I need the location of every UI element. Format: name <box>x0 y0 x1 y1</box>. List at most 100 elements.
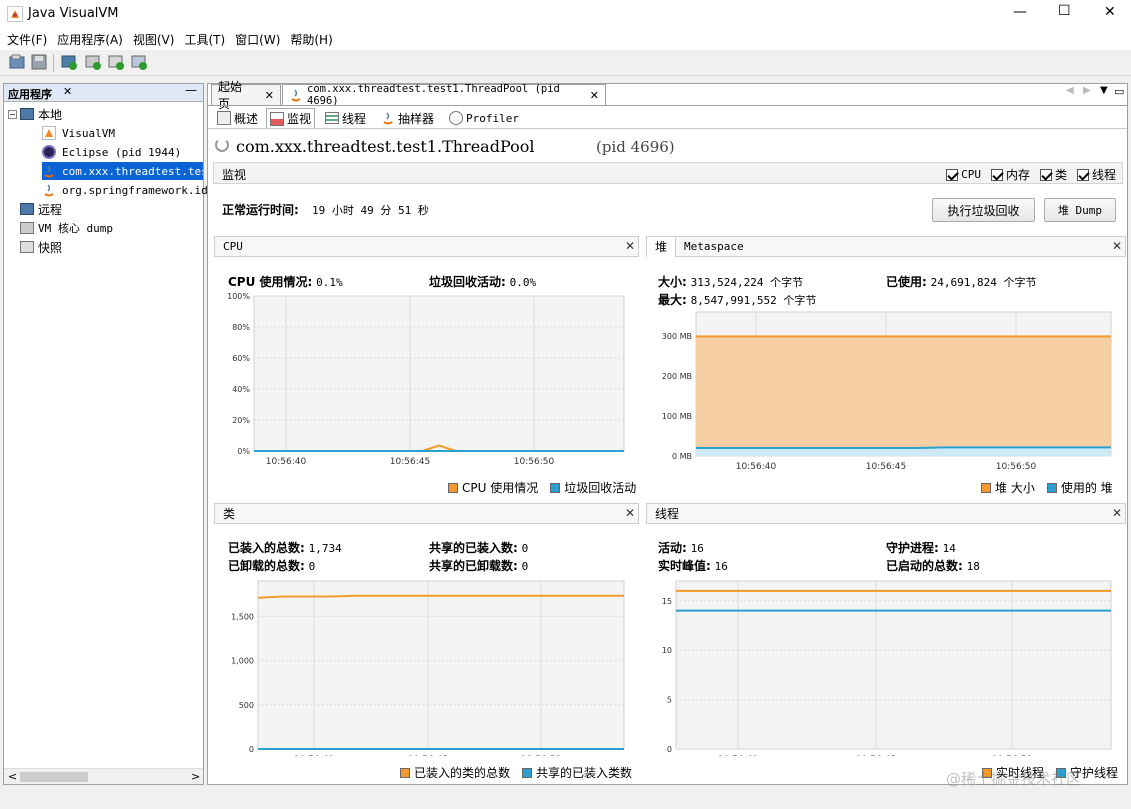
legend-swatch <box>550 482 561 493</box>
close-icon[interactable]: ✕ <box>1112 506 1122 520</box>
tree-item-snapshots[interactable]: 快照 <box>20 238 62 256</box>
save-icon[interactable] <box>30 53 48 71</box>
y-tick-label: 20% <box>232 416 250 425</box>
window-title: Java VisualVM <box>28 6 119 21</box>
subtab-divider <box>208 128 1127 129</box>
tab-start-page[interactable]: 起始页 ✕ <box>211 80 281 111</box>
scroll-tabs-left-icon[interactable]: ◀ <box>1066 85 1074 96</box>
classes-checkbox[interactable]: 类 <box>1039 166 1067 183</box>
legend-swatch <box>1046 482 1057 493</box>
close-icon[interactable]: ✕ <box>265 89 274 102</box>
maximize-button[interactable]: ☐ <box>1058 3 1071 19</box>
y-tick-label: 100 MB <box>662 412 692 421</box>
x-tick-label: 10:56:40 <box>718 755 759 756</box>
x-tick-label: 10:56:45 <box>408 755 448 756</box>
subtab-overview[interactable]: 概述 <box>214 108 261 128</box>
legend-swatch <box>448 482 458 493</box>
main-panel: 起始页 ✕ com.xxx.threadtest.test1.ThreadPoo… <box>207 80 1128 785</box>
loading-spinner-icon <box>215 138 229 152</box>
started-threads-stat: 已启动的总数: 18 <box>886 559 980 573</box>
cpu-checkbox[interactable]: CPU <box>946 166 981 183</box>
plot-area <box>253 295 625 452</box>
thread-dump-icon[interactable] <box>107 53 125 71</box>
x-tick-label: 10:56:45 <box>856 755 896 756</box>
minimize-button[interactable]: — <box>1013 4 1027 20</box>
menu-help[interactable]: 帮助(H) <box>285 31 337 48</box>
subtab-label: 概述 <box>234 111 259 126</box>
scroll-left-icon[interactable]: < <box>8 770 17 783</box>
threads-panel-header: 线程 <box>646 503 1126 524</box>
minimize-panel-icon[interactable]: — <box>185 83 197 97</box>
close-icon[interactable]: ✕ <box>63 85 72 98</box>
menu-file[interactable]: 文件(F) <box>2 31 52 48</box>
perform-gc-button[interactable]: 执行垃圾回收 <box>932 198 1035 222</box>
maximize-window-icon[interactable]: ▭ <box>1114 85 1124 98</box>
x-tick-label: 10:56:50 <box>992 755 1033 756</box>
close-icon[interactable]: ✕ <box>1112 239 1122 253</box>
close-icon[interactable]: ✕ <box>625 239 635 253</box>
tree-item-spring[interactable]: org.springframework.ide. <box>42 181 221 199</box>
subtab-profiler[interactable]: Profiler <box>446 108 522 128</box>
tree-item-remote[interactable]: 远程 <box>20 200 62 218</box>
tab-list-icon[interactable]: ▼ <box>1100 85 1108 96</box>
heap-dump-icon[interactable] <box>84 53 102 71</box>
scroll-tabs-right-icon[interactable]: ▶ <box>1083 85 1091 96</box>
collapse-icon[interactable]: − <box>8 109 17 119</box>
scroll-thumb[interactable] <box>20 772 88 782</box>
x-tick-label: 10:56:45 <box>866 462 906 470</box>
loaded-classes-stat: 已装入的总数: 1,734 <box>228 541 342 555</box>
legend-label: 使用的 堆 <box>1060 481 1113 495</box>
panel-title: CPU <box>223 240 243 253</box>
monitor-icon <box>270 111 284 126</box>
checkbox-label: 内存 <box>1005 168 1030 182</box>
y-tick-label: 0 MB <box>672 452 692 461</box>
tree-item-coredump[interactable]: VM 核心 dump <box>20 219 113 237</box>
classes-chart: 0 500 1,000 1,500 10:56:40 10:56:45 10:56:50 <box>231 580 625 756</box>
y-tick-label: 0% <box>237 447 250 456</box>
x-tick-label: 10:56:40 <box>736 462 777 470</box>
tree-item-eclipse[interactable]: Eclipse (pid 1944) <box>42 143 181 161</box>
tree-item-threadpool[interactable]: com.xxx.threadtest.test1 <box>42 162 203 180</box>
series-line <box>696 446 1111 449</box>
tree-item-local[interactable]: − 本地 <box>8 105 62 123</box>
classes-panel: 类 ✕ 已装入的总数: 1,734 已卸载的总数: 0 共享的已装入数: 0 共… <box>214 503 639 780</box>
page-title-pid: (pid 4696) <box>596 138 675 156</box>
heap-chart: 0 MB 100 MB 200 MB 300 MB 10:56:40 10:56:45 10… <box>662 311 1112 470</box>
menu-applications[interactable]: 应用程序(A) <box>52 31 128 48</box>
horizontal-scrollbar[interactable]: < > <box>4 768 203 784</box>
computer-icon <box>20 108 34 120</box>
tab-metaspace[interactable]: Metaspace <box>676 240 752 253</box>
watermark: @稀土掘金技术社区 <box>946 770 1082 788</box>
x-tick-label: 10:56:50 <box>521 755 562 756</box>
load-snapshot-icon[interactable] <box>8 53 26 71</box>
subtab-sampler[interactable]: 抽样器 <box>378 108 437 128</box>
gc-activity-stat: 垃圾回收活动: 0.0% <box>429 275 537 289</box>
y-tick-label: 5 <box>667 696 672 705</box>
menu-tools[interactable]: 工具(T) <box>179 31 230 48</box>
close-button[interactable]: ✕ <box>1104 4 1116 20</box>
tree-item-visualvm[interactable]: VisualVM <box>42 124 115 142</box>
heap-dump-button[interactable]: 堆 Dump <box>1044 198 1116 222</box>
tree-label: 快照 <box>38 240 63 255</box>
legend-swatch <box>522 767 533 778</box>
close-icon[interactable]: ✕ <box>625 506 635 520</box>
threads-checkbox[interactable]: 线程 <box>1076 166 1116 183</box>
close-icon[interactable]: ✕ <box>590 89 599 102</box>
snapshot-icon[interactable] <box>130 53 148 71</box>
tab-heap[interactable]: 堆 <box>647 236 677 257</box>
menu-window[interactable]: 窗口(W) <box>230 31 285 48</box>
add-jmx-connection-icon[interactable] <box>60 53 78 71</box>
x-tick-label: 10:56:45 <box>390 457 430 467</box>
subtab-threads[interactable]: 线程 <box>322 108 369 128</box>
tab-threadpool[interactable]: com.xxx.threadtest.test1.ThreadPool (pid… <box>282 83 606 107</box>
cpu-usage-stat: CPU 使用情况: 0.1% <box>228 275 343 289</box>
scroll-right-icon[interactable]: > <box>191 770 200 783</box>
menu-bar: 文件(F) 应用程序(A) 视图(V) 工具(T) 窗口(W) 帮助(H) <box>0 28 1131 50</box>
memory-checkbox[interactable]: 内存 <box>990 166 1030 183</box>
y-tick-label: 100% <box>227 292 250 301</box>
heap-panel: 堆 Metaspace ✕ 大小: 313,524,224 个字节 已使用: 2… <box>646 236 1126 495</box>
subtab-monitor[interactable]: 监视 <box>266 108 316 128</box>
y-tick-label: 500 <box>239 701 254 710</box>
menu-view[interactable]: 视图(V) <box>128 31 180 48</box>
threads-icon <box>325 112 339 124</box>
